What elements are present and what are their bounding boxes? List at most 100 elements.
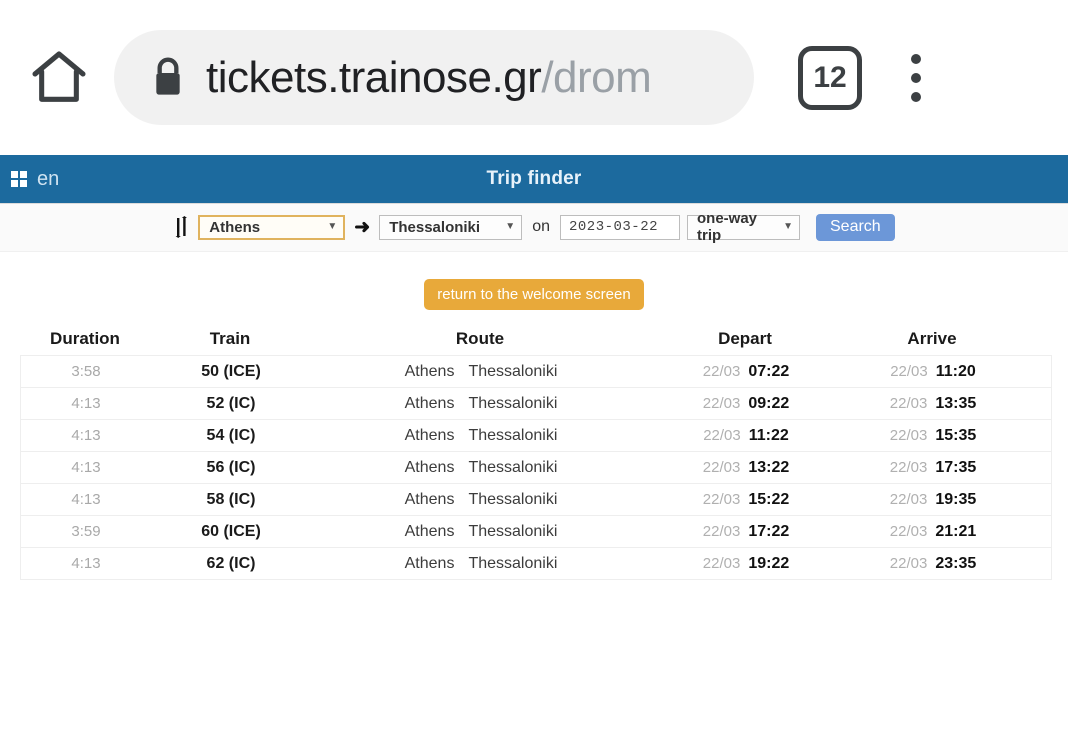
table-row[interactable]: 3:58 50 (ICE) Athens Thessaloniki 22/03 07:22… xyxy=(20,355,1052,387)
on-label: on xyxy=(532,218,550,235)
cell-duration: 3:59 xyxy=(71,523,101,540)
trip-search-toolbar: Athens ▼ ➜ Thessaloniki ▼ on 2023-03-22 … xyxy=(0,203,1068,252)
cell-route: Athens Thessaloniki xyxy=(311,363,651,381)
cell-train: 62 (IC) xyxy=(206,554,256,572)
app-header: en Trip finder xyxy=(0,155,1068,203)
date-value: 2023-03-22 xyxy=(569,219,659,235)
depart-time: 09:22 xyxy=(748,394,790,412)
depart-time: 15:22 xyxy=(748,490,790,508)
date-input[interactable]: 2023-03-22 xyxy=(560,214,680,240)
route-destination: Thessaloniki xyxy=(468,362,558,380)
overflow-menu-icon[interactable] xyxy=(886,43,946,113)
table-row[interactable]: 4:13 62 (IC) Athens Thessaloniki 22/03 19:22 2… xyxy=(20,547,1052,580)
table-body: 3:58 50 (ICE) Athens Thessaloniki 22/03 07:22… xyxy=(20,355,1052,580)
home-icon[interactable] xyxy=(22,41,96,115)
arrive-time: 11:20 xyxy=(935,362,976,380)
depart-date: 22/03 xyxy=(703,426,741,444)
cell-route: Athens Thessaloniki xyxy=(311,395,651,413)
cell-train: 54 (IC) xyxy=(206,426,256,444)
return-button-row: return to the welcome screen xyxy=(0,252,1068,310)
cell-arrive: 22/03 23:35 xyxy=(841,555,1025,573)
cell-arrive: 22/03 19:35 xyxy=(841,491,1025,509)
cell-arrive: 22/03 21:21 xyxy=(841,523,1025,541)
table-row[interactable]: 3:59 60 (ICE) Athens Thessaloniki 22/03 17:22… xyxy=(20,515,1052,547)
depart-time: 11:22 xyxy=(748,426,789,444)
route-origin: Athens xyxy=(404,426,455,444)
arrive-time: 13:35 xyxy=(935,394,977,412)
arrive-time: 19:35 xyxy=(935,490,977,508)
trip-type-select[interactable]: one-way trip ▼ xyxy=(687,210,800,244)
route-destination: Thessaloniki xyxy=(468,458,558,476)
cell-duration: 4:13 xyxy=(71,555,101,572)
grid-cell xyxy=(11,171,18,178)
arrive-date: 22/03 xyxy=(889,490,928,508)
column-header-duration: Duration xyxy=(50,329,120,348)
destination-select[interactable]: Thessaloniki ▼ xyxy=(379,214,523,240)
cell-train: 56 (IC) xyxy=(206,458,256,476)
lock-icon xyxy=(148,54,188,102)
cell-duration: 4:13 xyxy=(71,491,101,508)
swap-vertical-icon[interactable] xyxy=(173,216,190,238)
menu-dot xyxy=(911,53,921,64)
search-button[interactable]: Search xyxy=(816,213,895,241)
url-bar[interactable]: tickets.trainose.gr/drom xyxy=(114,30,754,125)
cell-depart: 22/03 07:22 xyxy=(651,363,841,381)
column-header-route: Route xyxy=(455,329,505,348)
grid-cell xyxy=(20,171,27,178)
chevron-down-icon: ▼ xyxy=(505,221,516,232)
arrive-time: 15:35 xyxy=(935,426,977,444)
arrive-time: 21:21 xyxy=(935,522,977,540)
route-origin: Athens xyxy=(404,490,455,508)
column-header-depart: Depart xyxy=(718,329,772,348)
menu-dot xyxy=(911,91,921,102)
cell-duration: 4:13 xyxy=(71,395,101,412)
grid-apps-icon[interactable] xyxy=(11,171,27,187)
destination-value: Thessaloniki xyxy=(389,218,481,236)
language-label: en xyxy=(37,167,60,190)
cell-duration: 4:13 xyxy=(71,427,101,444)
url-domain: tickets.trainose.gr xyxy=(206,52,542,102)
tab-counter-button[interactable]: 12 xyxy=(798,45,862,110)
page-title: Trip finder xyxy=(486,168,582,189)
route-destination: Thessaloniki xyxy=(468,554,558,572)
language-selector[interactable]: en xyxy=(0,168,59,191)
cell-route: Athens Thessaloniki xyxy=(311,427,651,445)
table-row[interactable]: 4:13 58 (IC) Athens Thessaloniki 22/03 15:22 2… xyxy=(20,483,1052,515)
cell-train: 58 (IC) xyxy=(206,490,256,508)
column-header-arrive: Arrive xyxy=(907,329,957,348)
menu-dot xyxy=(911,72,921,83)
route-origin: Athens xyxy=(404,554,455,572)
depart-time: 07:22 xyxy=(748,362,790,380)
table-row[interactable]: 4:13 54 (IC) Athens Thessaloniki 22/03 11:22 2… xyxy=(20,419,1052,451)
cell-arrive: 22/03 11:20 xyxy=(841,363,1025,381)
grid-cell xyxy=(20,180,27,187)
url-text: tickets.trainose.gr/drom xyxy=(206,52,652,103)
table-row[interactable]: 4:13 52 (IC) Athens Thessaloniki 22/03 09:22 2… xyxy=(20,387,1052,419)
origin-select[interactable]: Athens ▼ xyxy=(198,214,346,240)
depart-time: 19:22 xyxy=(748,554,790,572)
cell-depart: 22/03 15:22 xyxy=(651,491,841,509)
depart-date: 22/03 xyxy=(702,362,741,380)
arrow-right-icon: ➜ xyxy=(354,216,371,238)
route-destination: Thessaloniki xyxy=(468,522,558,540)
results-table: Duration Train Route Depart Arrive 3:58 5… xyxy=(20,329,1052,580)
route-destination: Thessaloniki xyxy=(468,490,558,508)
depart-date: 22/03 xyxy=(702,554,741,572)
depart-time: 13:22 xyxy=(748,458,790,476)
return-to-welcome-button[interactable]: return to the welcome screen xyxy=(424,279,644,310)
route-origin: Athens xyxy=(404,522,455,540)
cell-duration: 3:58 xyxy=(71,363,101,380)
depart-date: 22/03 xyxy=(702,522,741,540)
arrive-date: 22/03 xyxy=(889,394,928,412)
chevron-down-icon: ▼ xyxy=(327,221,338,232)
cell-arrive: 22/03 17:35 xyxy=(841,459,1025,477)
origin-value: Athens xyxy=(209,218,261,236)
chevron-down-icon: ▼ xyxy=(783,221,793,232)
column-header-train: Train xyxy=(209,329,251,348)
arrive-time: 17:35 xyxy=(935,458,977,476)
depart-time: 17:22 xyxy=(748,522,790,540)
trip-type-value: one-way trip xyxy=(697,210,758,244)
table-row[interactable]: 4:13 56 (IC) Athens Thessaloniki 22/03 13:22 2… xyxy=(20,451,1052,483)
depart-date: 22/03 xyxy=(702,394,741,412)
url-path: /drom xyxy=(541,52,652,102)
